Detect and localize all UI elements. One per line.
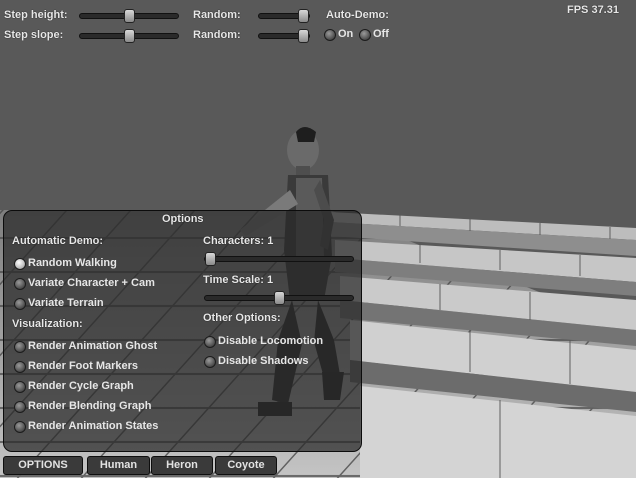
tab-heron[interactable]: Heron [151,456,213,475]
vis-option-blending-graph[interactable]: Render Blending Graph [14,399,184,415]
time-scale-slider[interactable] [204,291,354,305]
vis-radio-icon[interactable] [14,361,26,373]
auto-demo-on-option[interactable]: On [324,27,356,43]
other-option-label: Disable Locomotion [218,335,324,347]
characters-slider[interactable] [204,252,354,266]
tab-coyote[interactable]: Coyote [215,456,277,475]
random1-slider[interactable] [258,9,310,23]
options-panel-title: Options [162,213,204,225]
auto-demo-off-label: Off [373,28,389,40]
random1-label: Random: [193,9,241,21]
auto-demo-on-label: On [338,28,354,40]
vis-option-label: Render Animation Ghost [28,340,158,352]
other-radio-icon[interactable] [204,336,216,348]
characters-label: Characters: 1 [203,235,274,247]
demo-option-label: Random Walking [28,257,117,269]
random2-slider[interactable] [258,29,310,43]
tab-options[interactable]: OPTIONS [3,456,83,475]
vis-radio-icon[interactable] [14,401,26,413]
demo-radio-icon[interactable] [14,298,26,310]
characters-slider-knob[interactable] [205,252,216,266]
time-scale-label: Time Scale: 1 [203,274,274,286]
vis-option-foot-markers[interactable]: Render Foot Markers [14,359,184,375]
vis-option-label: Render Blending Graph [28,400,152,412]
vis-option-label: Render Cycle Graph [28,380,134,392]
demo-option-random-walking[interactable]: Random Walking [14,256,174,272]
step-height-slider[interactable] [79,9,179,23]
auto-demo-label: Auto-Demo: [326,9,389,21]
step-slope-slider-knob[interactable] [124,29,135,43]
demo-radio-icon[interactable] [14,278,26,290]
demo-option-label: Variate Character + Cam [28,277,155,289]
step-height-slider-knob[interactable] [124,9,135,23]
tab-human[interactable]: Human [87,456,150,475]
vis-radio-icon[interactable] [14,421,26,433]
other-radio-icon[interactable] [204,356,216,368]
random1-slider-knob[interactable] [298,9,309,23]
vis-option-label: Render Foot Markers [28,360,139,372]
other-option-label: Disable Shadows [218,355,309,367]
other-options-heading: Other Options: [203,312,281,324]
random2-label: Random: [193,29,241,41]
vis-option-animation-states[interactable]: Render Animation States [14,419,184,435]
visualization-heading: Visualization: [12,318,83,330]
fps-counter: FPS 37.31 [567,4,619,16]
auto-demo-on-radio[interactable] [324,29,336,41]
demo-option-label: Variate Terrain [28,297,104,309]
other-option-disable-locomotion[interactable]: Disable Locomotion [204,334,354,350]
step-height-label: Step height: [4,9,68,21]
other-option-disable-shadows[interactable]: Disable Shadows [204,354,354,370]
vis-option-cycle-graph[interactable]: Render Cycle Graph [14,379,184,395]
demo-radio-icon[interactable] [14,258,26,270]
step-slope-label: Step slope: [4,29,64,41]
auto-demo-off-radio[interactable] [359,29,371,41]
vis-radio-icon[interactable] [14,341,26,353]
auto-demo-off-option[interactable]: Off [359,27,393,43]
time-scale-slider-knob[interactable] [274,291,285,305]
demo-option-variate-character-cam[interactable]: Variate Character + Cam [14,276,174,292]
random2-slider-knob[interactable] [298,29,309,43]
vis-option-animation-ghost[interactable]: Render Animation Ghost [14,339,184,355]
step-slope-slider[interactable] [79,29,179,43]
vis-option-label: Render Animation States [28,420,159,432]
vis-radio-icon[interactable] [14,381,26,393]
automatic-demo-heading: Automatic Demo: [12,235,104,247]
demo-option-variate-terrain[interactable]: Variate Terrain [14,296,174,312]
